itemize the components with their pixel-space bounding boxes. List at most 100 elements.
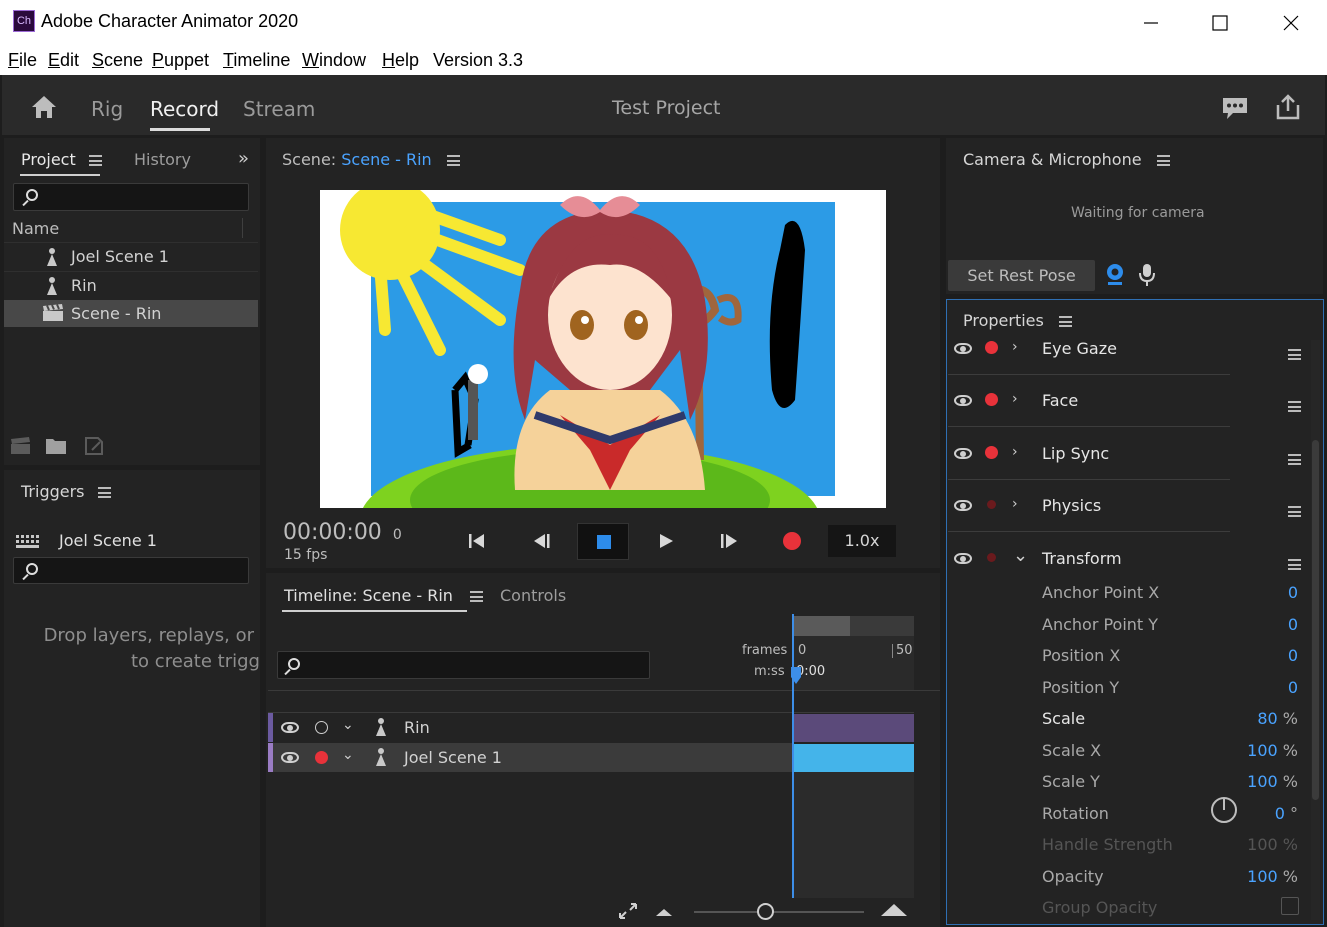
record-icon[interactable] bbox=[783, 532, 801, 550]
home-icon[interactable] bbox=[30, 94, 58, 120]
maximize-icon[interactable] bbox=[1205, 8, 1235, 38]
chevron-down-icon[interactable]: ⌄ bbox=[1013, 545, 1028, 566]
new-item-icon[interactable] bbox=[84, 436, 104, 456]
track-row[interactable]: ⌄ Rin bbox=[268, 713, 793, 742]
properties-scrollbar-thumb[interactable] bbox=[1312, 440, 1319, 800]
folder-icon[interactable] bbox=[45, 437, 67, 455]
share-icon[interactable] bbox=[1274, 93, 1302, 121]
list-item-selected[interactable]: Scene - Rin bbox=[4, 300, 258, 327]
chevron-right-icon[interactable]: › bbox=[1012, 496, 1018, 512]
list-item[interactable]: Rin bbox=[4, 272, 258, 300]
zoom-in-icon[interactable] bbox=[880, 901, 908, 917]
track-row-selected[interactable]: ⌄ Joel Scene 1 bbox=[268, 743, 793, 772]
stop-button[interactable] bbox=[577, 523, 629, 560]
arm-off-icon[interactable] bbox=[987, 553, 996, 562]
behavior-menu-icon[interactable] bbox=[1288, 506, 1301, 517]
triggers-title[interactable]: Triggers bbox=[21, 482, 111, 501]
menu-edit[interactable]: Edit bbox=[48, 50, 79, 71]
visibility-eye-icon[interactable] bbox=[281, 722, 299, 733]
visibility-eye-icon[interactable] bbox=[954, 448, 972, 459]
param-value[interactable]: 100 % bbox=[1247, 772, 1298, 791]
new-scene-icon[interactable] bbox=[10, 436, 30, 456]
triggers-search-input[interactable] bbox=[13, 557, 249, 584]
name-column-header[interactable]: Name bbox=[12, 219, 59, 238]
chevron-right-icon[interactable]: › bbox=[1012, 444, 1018, 460]
microphone-icon[interactable] bbox=[1139, 263, 1155, 287]
arm-on-icon[interactable] bbox=[985, 341, 998, 354]
rotation-dial-icon[interactable] bbox=[1210, 796, 1238, 824]
timeline-work-area-bar[interactable] bbox=[793, 616, 914, 636]
tab-controls[interactable]: Controls bbox=[500, 586, 566, 605]
fit-icon[interactable] bbox=[617, 901, 639, 921]
behavior-row[interactable]: › Lip Sync bbox=[948, 440, 1308, 468]
camera-panel-title[interactable]: Camera & Microphone bbox=[963, 150, 1170, 169]
param-value[interactable]: 0 bbox=[1288, 646, 1298, 665]
zoom-slider[interactable] bbox=[694, 911, 864, 913]
project-search-input[interactable] bbox=[13, 183, 249, 211]
behavior-row[interactable]: ⌄ Transform bbox=[948, 545, 1308, 573]
behavior-menu-icon[interactable] bbox=[1288, 401, 1301, 412]
trigger-puppet-label[interactable]: Joel Scene 1 bbox=[59, 531, 157, 550]
arm-on-icon[interactable] bbox=[985, 393, 998, 406]
zoom-out-icon[interactable] bbox=[655, 903, 673, 917]
visibility-eye-icon[interactable] bbox=[954, 500, 972, 511]
arm-on-icon[interactable] bbox=[315, 751, 328, 764]
tab-project[interactable]: Project bbox=[21, 150, 102, 169]
visibility-eye-icon[interactable] bbox=[281, 752, 299, 763]
menu-help[interactable]: Help bbox=[382, 50, 419, 71]
menu-scene[interactable]: Scene bbox=[92, 50, 143, 71]
menu-file[interactable]: File bbox=[8, 50, 37, 71]
close-icon[interactable] bbox=[1276, 8, 1306, 38]
param-value[interactable]: 0 bbox=[1288, 583, 1298, 602]
menu-timeline[interactable]: Timeline bbox=[223, 50, 290, 71]
tab-rig[interactable]: Rig bbox=[91, 97, 123, 121]
behavior-row[interactable]: › Eye Gaze bbox=[948, 335, 1308, 363]
timecode-display[interactable]: 00:00:00 0 bbox=[283, 520, 402, 545]
param-value[interactable]: 0 bbox=[1288, 678, 1298, 697]
play-icon[interactable] bbox=[655, 530, 677, 552]
expand-panels-icon[interactable]: » bbox=[238, 148, 249, 169]
arm-on-icon[interactable] bbox=[985, 446, 998, 459]
set-rest-pose-button[interactable]: Set Rest Pose bbox=[948, 260, 1095, 291]
step-back-icon[interactable] bbox=[530, 530, 552, 552]
timeline-search-input[interactable] bbox=[277, 651, 650, 679]
properties-title[interactable]: Properties bbox=[963, 311, 1072, 330]
behavior-row[interactable]: › Face bbox=[948, 387, 1308, 415]
zoom-slider-thumb[interactable] bbox=[757, 903, 774, 920]
behavior-row[interactable]: › Physics bbox=[948, 492, 1308, 520]
behavior-menu-icon[interactable] bbox=[1288, 559, 1301, 570]
step-forward-icon[interactable] bbox=[718, 530, 740, 552]
chevron-right-icon[interactable]: › bbox=[1012, 339, 1018, 355]
tab-history[interactable]: History bbox=[134, 150, 191, 169]
tab-stream[interactable]: Stream bbox=[243, 97, 315, 121]
list-item[interactable]: Joel Scene 1 bbox=[4, 243, 258, 271]
chevron-down-icon[interactable]: ⌄ bbox=[342, 717, 354, 733]
scene-canvas[interactable] bbox=[320, 180, 886, 595]
menu-puppet[interactable]: Puppet bbox=[152, 50, 209, 71]
behavior-menu-icon[interactable] bbox=[1288, 349, 1301, 360]
tab-record[interactable]: Record bbox=[150, 97, 219, 121]
param-value[interactable]: 0 bbox=[1288, 615, 1298, 634]
camera-toggle-icon[interactable] bbox=[1105, 263, 1125, 287]
track-bar-joel[interactable] bbox=[793, 744, 914, 772]
visibility-eye-icon[interactable] bbox=[954, 553, 972, 564]
playback-speed[interactable]: 1.0x bbox=[828, 525, 896, 557]
arm-off-icon[interactable] bbox=[315, 721, 328, 734]
param-value[interactable]: 100 % bbox=[1247, 741, 1298, 760]
feedback-icon[interactable] bbox=[1221, 95, 1249, 121]
menu-window[interactable]: Window bbox=[302, 50, 366, 71]
param-value[interactable]: 100 % bbox=[1247, 867, 1298, 886]
visibility-eye-icon[interactable] bbox=[954, 395, 972, 406]
properties-scrollbar[interactable] bbox=[1311, 340, 1320, 920]
arm-off-icon[interactable] bbox=[987, 500, 996, 509]
param-value[interactable]: 80 % bbox=[1257, 709, 1298, 728]
scene-panel-title[interactable]: Scene: Scene - Rin bbox=[282, 150, 460, 169]
chevron-down-icon[interactable]: ⌄ bbox=[342, 747, 354, 763]
go-to-start-icon[interactable] bbox=[466, 530, 488, 552]
minimize-icon[interactable] bbox=[1136, 8, 1166, 38]
param-value[interactable]: 0 ° bbox=[1275, 804, 1298, 823]
group-opacity-checkbox[interactable] bbox=[1281, 897, 1299, 915]
track-bar-rin[interactable] bbox=[793, 714, 914, 742]
tab-timeline[interactable]: Timeline: Scene - Rin bbox=[284, 586, 484, 605]
behavior-menu-icon[interactable] bbox=[1288, 454, 1301, 465]
